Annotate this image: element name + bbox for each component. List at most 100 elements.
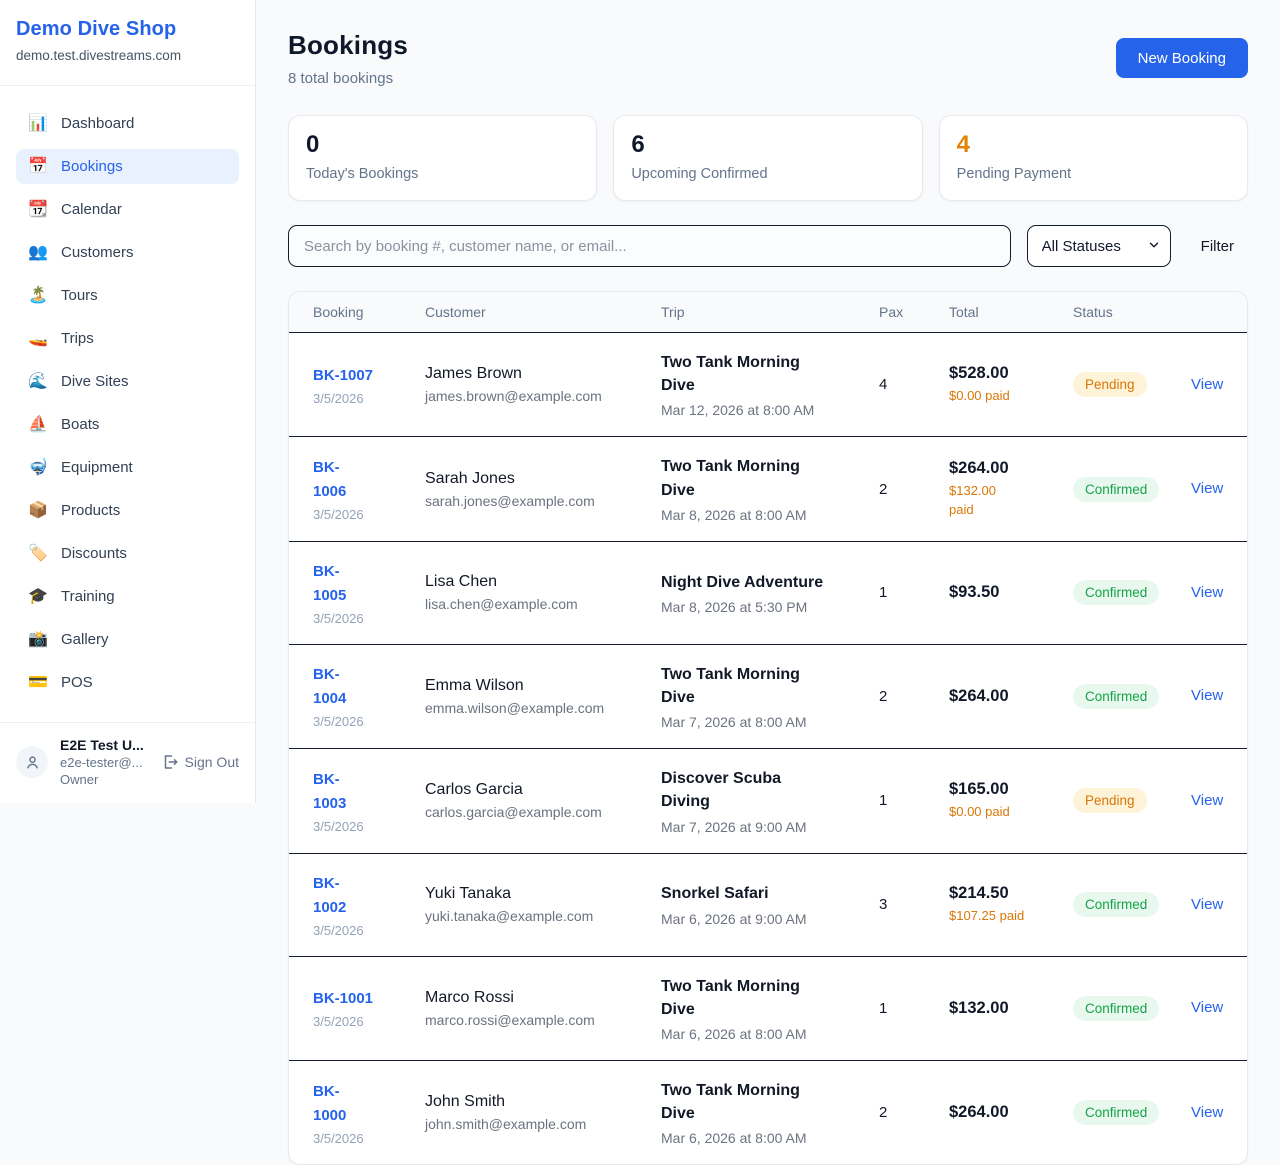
booking-cell: BK-1004 3/5/2026 xyxy=(313,663,425,729)
sidebar-item-gallery[interactable]: 📸 Gallery xyxy=(16,622,239,657)
trip-time: Mar 6, 2026 at 9:00 AM xyxy=(661,911,865,927)
booking-id-link[interactable]: BK-1004 xyxy=(313,663,359,711)
sidebar-item-calendar[interactable]: 📆 Calendar xyxy=(16,192,239,227)
view-link[interactable]: View xyxy=(1191,480,1223,497)
trips-icon: 🚤 xyxy=(28,331,48,347)
table-row: BK-1004 3/5/2026 Emma Wilson emma.wilson… xyxy=(289,645,1247,749)
customer-cell: John Smith john.smith@example.com xyxy=(425,1093,661,1132)
booking-id-link[interactable]: BK-1007 xyxy=(313,364,373,388)
sidebar-item-label: Boats xyxy=(61,416,99,433)
discounts-icon: 🏷️ xyxy=(28,546,48,562)
action-cell: View xyxy=(1191,376,1237,394)
view-link[interactable]: View xyxy=(1191,896,1223,913)
action-cell: View xyxy=(1191,584,1237,602)
status-badge: Pending xyxy=(1073,788,1147,813)
action-cell: View xyxy=(1191,1104,1237,1122)
total-amount: $214.50 xyxy=(949,884,1059,903)
table-row: BK-1006 3/5/2026 Sarah Jones sarah.jones… xyxy=(289,437,1247,541)
booking-date: 3/5/2026 xyxy=(313,611,411,626)
sidebar-item-label: Bookings xyxy=(61,158,123,175)
sign-out-button[interactable]: Sign Out xyxy=(159,753,239,771)
sidebar-item-customers[interactable]: 👥 Customers xyxy=(16,235,239,270)
sidebar-item-label: Dashboard xyxy=(61,115,134,132)
dive-sites-icon: 🌊 xyxy=(28,374,48,390)
customer-cell: Emma Wilson emma.wilson@example.com xyxy=(425,677,661,716)
action-cell: View xyxy=(1191,687,1237,705)
booking-id-link[interactable]: BK-1003 xyxy=(313,768,359,816)
action-cell: View xyxy=(1191,896,1237,914)
table-row: BK-1003 3/5/2026 Carlos Garcia carlos.ga… xyxy=(289,749,1247,853)
search-input[interactable] xyxy=(288,225,1011,267)
status-cell: Confirmed xyxy=(1073,996,1191,1021)
sidebar-item-label: Training xyxy=(61,588,115,605)
total-cell: $93.50 xyxy=(949,583,1073,602)
equipment-icon: 🤿 xyxy=(28,460,48,476)
status-cell: Confirmed xyxy=(1073,477,1191,502)
user-name: E2E Test U... xyxy=(60,737,147,753)
booking-date: 3/5/2026 xyxy=(313,1131,411,1146)
training-icon: 🎓 xyxy=(28,589,48,605)
new-booking-button[interactable]: New Booking xyxy=(1116,38,1248,78)
booking-id-link[interactable]: BK-1002 xyxy=(313,872,359,920)
table-row: BK-1001 3/5/2026 Marco Rossi marco.rossi… xyxy=(289,957,1247,1061)
status-filter-select[interactable]: All Statuses xyxy=(1027,225,1171,267)
booking-cell: BK-1001 3/5/2026 xyxy=(313,987,425,1029)
status-cell: Confirmed xyxy=(1073,580,1191,605)
view-link[interactable]: View xyxy=(1191,376,1223,393)
view-link[interactable]: View xyxy=(1191,584,1223,601)
calendar-icon: 📆 xyxy=(28,202,48,218)
customer-cell: Carlos Garcia carlos.garcia@example.com xyxy=(425,781,661,820)
status-badge: Confirmed xyxy=(1073,477,1159,502)
view-link[interactable]: View xyxy=(1191,1104,1223,1121)
filter-button[interactable]: Filter xyxy=(1187,238,1248,255)
trip-time: Mar 8, 2026 at 8:00 AM xyxy=(661,507,865,523)
trip-name: Two Tank Morning Dive xyxy=(661,1079,825,1125)
sidebar-item-training[interactable]: 🎓 Training xyxy=(16,579,239,614)
customer-email: marco.rossi@example.com xyxy=(425,1012,647,1028)
booking-id-link[interactable]: BK-1000 xyxy=(313,1080,359,1128)
view-link[interactable]: View xyxy=(1191,999,1223,1016)
status-cell: Pending xyxy=(1073,788,1191,813)
shop-title: Demo Dive Shop xyxy=(16,18,239,41)
table-header-row: Booking Customer Trip Pax Total Status xyxy=(289,292,1247,333)
booking-id-link[interactable]: BK-1001 xyxy=(313,987,373,1011)
total-cell: $264.00 xyxy=(949,1103,1073,1122)
sidebar-item-dive-sites[interactable]: 🌊 Dive Sites xyxy=(16,364,239,399)
booking-id-link[interactable]: BK-1005 xyxy=(313,560,359,608)
sidebar-item-boats[interactable]: ⛵ Boats xyxy=(16,407,239,442)
customer-name: Sarah Jones xyxy=(425,470,647,488)
user-icon xyxy=(24,754,41,771)
sidebar-item-pos[interactable]: 💳 POS xyxy=(16,665,239,700)
sidebar-item-discounts[interactable]: 🏷️ Discounts xyxy=(16,536,239,571)
sidebar: Demo Dive Shop demo.test.divestreams.com… xyxy=(0,0,256,803)
page-subtitle: 8 total bookings xyxy=(288,70,408,87)
sidebar-item-label: Dive Sites xyxy=(61,373,129,390)
total-amount: $264.00 xyxy=(949,1103,1059,1122)
sidebar-item-products[interactable]: 📦 Products xyxy=(16,493,239,528)
booking-date: 3/5/2026 xyxy=(313,819,411,834)
sidebar-item-trips[interactable]: 🚤 Trips xyxy=(16,321,239,356)
trip-name: Two Tank Morning Dive xyxy=(661,455,825,501)
sidebar-item-dashboard[interactable]: 📊 Dashboard xyxy=(16,106,239,141)
booking-cell: BK-1006 3/5/2026 xyxy=(313,456,425,522)
customer-cell: James Brown james.brown@example.com xyxy=(425,365,661,404)
sidebar-item-label: POS xyxy=(61,674,93,691)
sidebar-item-equipment[interactable]: 🤿 Equipment xyxy=(16,450,239,485)
view-link[interactable]: View xyxy=(1191,687,1223,704)
total-amount: $264.00 xyxy=(949,459,1059,478)
booking-date: 3/5/2026 xyxy=(313,507,411,522)
booking-id-link[interactable]: BK-1006 xyxy=(313,456,359,504)
sidebar-item-tours[interactable]: 🏝️ Tours xyxy=(16,278,239,313)
total-paid: $0.00 paid xyxy=(949,803,1059,822)
status-badge: Pending xyxy=(1073,372,1147,397)
stat-label: Today's Bookings xyxy=(306,166,579,182)
total-cell: $528.00 $0.00 paid xyxy=(949,364,1073,406)
pax-cell: 1 xyxy=(879,792,949,809)
shop-domain: demo.test.divestreams.com xyxy=(16,48,239,63)
trip-cell: Two Tank Morning Dive Mar 6, 2026 at 8:0… xyxy=(661,1079,879,1146)
trip-name: Two Tank Morning Dive xyxy=(661,351,825,397)
sidebar-item-label: Tours xyxy=(61,287,98,304)
view-link[interactable]: View xyxy=(1191,792,1223,809)
sidebar-item-bookings[interactable]: 📅 Bookings xyxy=(16,149,239,184)
total-amount: $528.00 xyxy=(949,364,1059,383)
